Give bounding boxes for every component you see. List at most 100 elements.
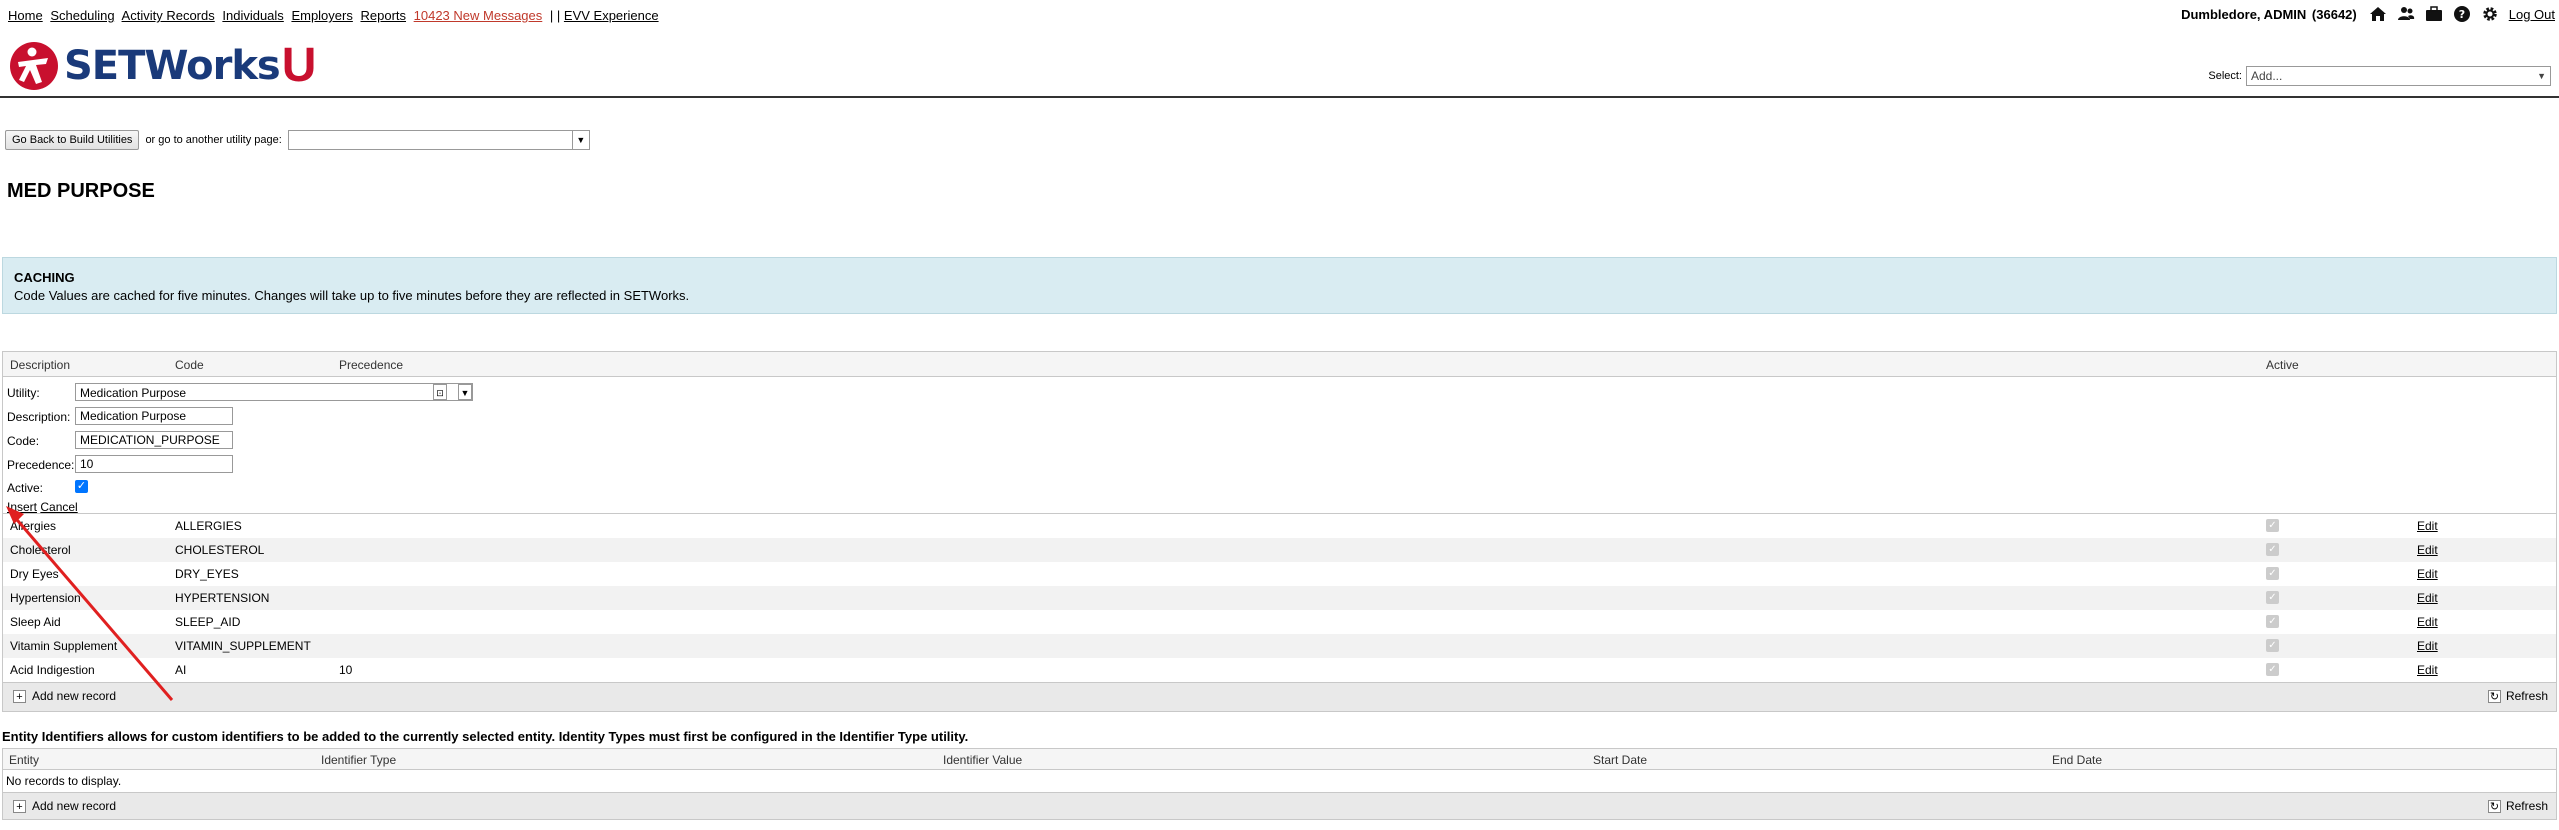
top-nav: Home Scheduling Activity Records Individ…: [0, 0, 2559, 30]
table-row: Dry Eyes DRY_EYES ✓ Edit: [3, 562, 2556, 586]
svg-text:?: ?: [2459, 8, 2465, 21]
grid-footer: + Add new record ↻ Refresh: [3, 792, 2556, 819]
active-checkbox: ✓: [2266, 567, 2279, 580]
cell-code: VITAMIN_SUPPLEMENT: [175, 639, 311, 653]
edit-link[interactable]: Edit: [2417, 663, 2438, 677]
column-active[interactable]: Active: [2266, 358, 2299, 372]
code-field[interactable]: [75, 431, 233, 449]
refresh-button[interactable]: ↻ Refresh: [2487, 799, 2548, 813]
precedence-field[interactable]: [75, 455, 233, 473]
back-to-build-utilities-button[interactable]: Go Back to Build Utilities: [5, 130, 140, 150]
edit-link[interactable]: Edit: [2417, 639, 2438, 653]
column-identifier-value[interactable]: Identifier Value: [943, 753, 1022, 767]
briefcase-icon[interactable]: [2425, 5, 2443, 23]
column-start-date[interactable]: Start Date: [1593, 753, 1647, 767]
add-select-value: Add...: [2251, 69, 2283, 83]
cell-description: Acid Indigestion: [10, 663, 95, 677]
cancel-link[interactable]: Cancel: [40, 500, 77, 514]
identifiers-description: Entity Identifiers allows for custom ide…: [2, 729, 969, 744]
column-end-date[interactable]: End Date: [2052, 753, 2102, 767]
active-label: Active:: [7, 481, 44, 495]
empty-text: No records to display.: [6, 774, 122, 788]
nav-link-evv[interactable]: EVV Experience: [564, 8, 659, 23]
active-checkbox: ✓: [2266, 519, 2279, 532]
chevron-down-icon: ▼: [2537, 71, 2546, 81]
code-label: Code:: [7, 434, 40, 448]
form-actions: Insert Cancel: [7, 500, 78, 514]
edit-link[interactable]: Edit: [2417, 543, 2438, 557]
cell-description: Cholesterol: [10, 543, 71, 557]
edit-link[interactable]: Edit: [2417, 567, 2438, 581]
lookup-icon[interactable]: ⊡: [433, 384, 447, 400]
nav-link-reports[interactable]: Reports: [360, 8, 406, 23]
nav-link-scheduling[interactable]: Scheduling: [50, 8, 114, 23]
chevron-down-icon: ▼: [571, 131, 589, 149]
empty-message: No records to display.: [3, 770, 2556, 792]
code-values-grid: Description Code Precedence Active Utili…: [2, 351, 2557, 712]
precedence-label: Precedence:: [7, 458, 75, 472]
nav-link-messages[interactable]: 10423 New Messages: [414, 8, 543, 23]
plus-icon: +: [13, 689, 26, 703]
description-label: Description:: [7, 410, 71, 424]
column-identifier-type[interactable]: Identifier Type: [321, 753, 396, 767]
edit-link[interactable]: Edit: [2417, 519, 2438, 533]
grid-header: Entity Identifier Type Identifier Value …: [3, 749, 2556, 770]
cell-code: CHOLESTEROL: [175, 543, 265, 557]
nav-link-employers[interactable]: Employers: [291, 8, 352, 23]
column-description[interactable]: Description: [10, 358, 70, 372]
utility-select[interactable]: Medication Purpose: [75, 383, 473, 401]
user-area: Dumbledore, ADMIN (36642) ? Log Out: [2181, 5, 2555, 23]
nav-link-individuals[interactable]: Individuals: [222, 8, 283, 23]
gear-icon[interactable]: [2481, 5, 2499, 23]
chevron-down-icon[interactable]: ▼: [458, 384, 472, 400]
caching-title: CACHING: [14, 270, 75, 285]
edit-link[interactable]: Edit: [2417, 591, 2438, 605]
user-id: (36642): [2311, 6, 2357, 22]
column-code[interactable]: Code: [175, 358, 204, 372]
active-checkbox[interactable]: ✓: [75, 480, 88, 493]
caching-text: Code Values are cached for five minutes.…: [14, 288, 690, 303]
cell-precedence: 10: [339, 663, 353, 677]
table-row: Sleep Aid SLEEP_AID ✓ Edit: [3, 610, 2556, 634]
cell-description: Sleep Aid: [10, 615, 61, 629]
setworks-logo[interactable]: SETWorks U: [8, 38, 316, 93]
table-row: Cholesterol CHOLESTEROL ✓ Edit: [3, 538, 2556, 562]
add-new-record-button[interactable]: + Add new record: [13, 799, 116, 813]
add-select[interactable]: Add... ▼: [2246, 66, 2551, 86]
identifiers-grid: Entity Identifier Type Identifier Value …: [2, 748, 2557, 820]
grid-footer: + Add new record ↻ Refresh: [3, 682, 2556, 711]
active-checkbox: ✓: [2266, 591, 2279, 604]
utility-page-select[interactable]: ▼: [287, 130, 590, 150]
users-icon[interactable]: [2397, 5, 2415, 23]
insert-link[interactable]: Insert: [7, 500, 37, 514]
refresh-button[interactable]: ↻ Refresh: [2487, 689, 2548, 703]
utility-nav-text: or go to another utility page:: [145, 134, 282, 146]
logout-link[interactable]: Log Out: [2509, 7, 2555, 22]
refresh-label: Refresh: [2505, 799, 2548, 813]
nav-separator: | |: [549, 8, 561, 23]
user-name: Dumbledore, ADMIN: [2181, 6, 2307, 22]
select-label: Select:: [2208, 70, 2242, 82]
cell-code: SLEEP_AID: [175, 615, 241, 629]
table-row: Allergies ALLERGIES ✓ Edit: [3, 514, 2556, 538]
insert-form: Utility: Medication Purpose ⊡ ▼ Descript…: [3, 377, 2556, 514]
cell-code: ALLERGIES: [175, 519, 242, 533]
active-checkbox: ✓: [2266, 615, 2279, 628]
help-icon[interactable]: ?: [2453, 5, 2471, 23]
logo-mark-icon: [10, 41, 58, 90]
nav-link-activity-records[interactable]: Activity Records: [122, 8, 215, 23]
edit-link[interactable]: Edit: [2417, 615, 2438, 629]
active-checkbox: ✓: [2266, 543, 2279, 556]
cell-code: AI: [175, 663, 187, 677]
add-new-record-button[interactable]: + Add new record: [13, 689, 116, 703]
refresh-icon: ↻: [2487, 799, 2501, 813]
grid-header: Description Code Precedence Active: [3, 352, 2556, 377]
column-precedence[interactable]: Precedence: [339, 358, 403, 372]
cell-code: HYPERTENSION: [175, 591, 270, 605]
nav-link-home[interactable]: Home: [8, 8, 43, 23]
description-field[interactable]: [75, 407, 233, 425]
utility-nav: Go Back to Build Utilities or go to anot…: [5, 130, 590, 150]
home-icon[interactable]: [2369, 5, 2387, 23]
column-entity[interactable]: Entity: [9, 753, 39, 767]
utility-select-value: Medication Purpose: [80, 386, 187, 400]
